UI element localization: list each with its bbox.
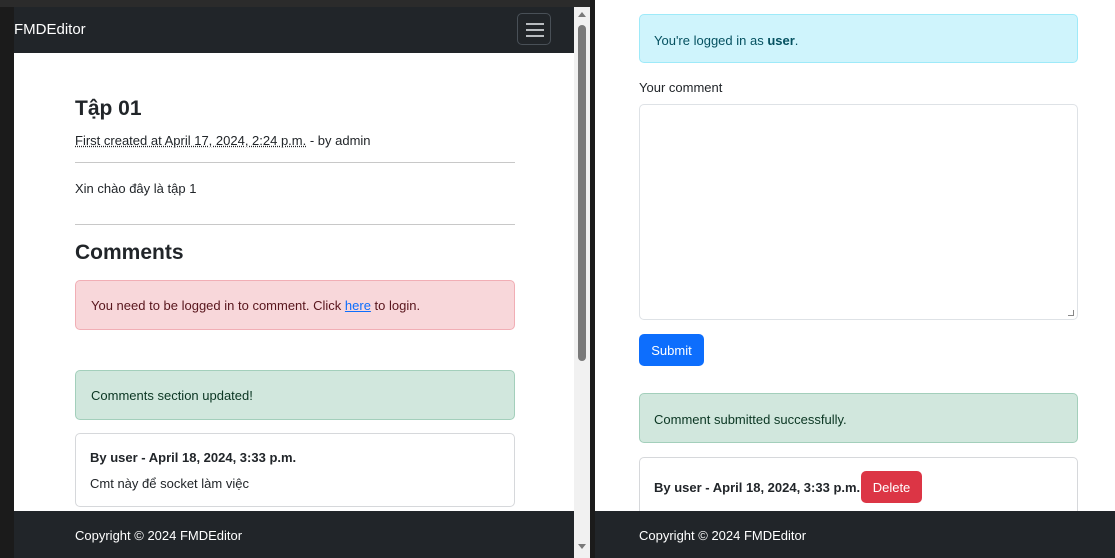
right-browser-pane: You're logged in as user. Your comment S… — [595, 0, 1115, 558]
left-page-viewport: FMDEditor Tập 01 First created at April … — [14, 7, 574, 558]
logged-in-text: You're logged in as user. — [654, 33, 798, 48]
login-required-alert: You need to be logged in to comment. Cli… — [75, 280, 515, 330]
post-body: Xin chào đây là tập 1 — [75, 181, 197, 196]
top-navbar: FMDEditor — [14, 7, 574, 53]
comment-text: Cmt này để socket làm việc — [90, 476, 249, 491]
logged-in-username: user — [767, 33, 795, 48]
login-link[interactable]: here — [345, 298, 371, 313]
window-top-strip — [0, 0, 590, 7]
left-browser-pane: FMDEditor Tập 01 First created at April … — [0, 0, 590, 558]
scrollbar-thumb[interactable] — [578, 25, 586, 361]
comments-heading: Comments — [75, 241, 184, 264]
post-meta: First created at April 17, 2024, 2:24 p.… — [75, 133, 371, 148]
login-alert-before: You need to be logged in to comment. Cli… — [91, 298, 345, 313]
logged-in-alert: You're logged in as user. — [639, 14, 1078, 63]
vertical-scrollbar[interactable] — [574, 7, 590, 558]
navbar-toggler-button[interactable] — [517, 13, 551, 45]
post-created-date: First created at April 17, 2024, 2:24 p.… — [75, 133, 307, 148]
comment-field-label: Your comment — [639, 80, 723, 95]
scroll-down-arrow-icon[interactable] — [578, 544, 586, 549]
page-footer: Copyright © 2024 FMDEditor — [14, 511, 574, 558]
post-author: - by admin — [306, 133, 371, 148]
logged-in-before: You're logged in as — [654, 33, 768, 48]
divider — [75, 162, 515, 163]
resize-grip-icon[interactable] — [1068, 310, 1074, 316]
comment-author: By user - April 18, 2024, 3:33 p.m. — [654, 480, 861, 495]
scroll-up-arrow-icon[interactable] — [578, 12, 586, 17]
divider — [75, 224, 515, 225]
login-alert-after: to login. — [370, 298, 421, 313]
hamburger-menu-icon-bar — [526, 35, 544, 37]
comment-author: By user - April 18, 2024, 3:33 p.m. — [90, 450, 297, 465]
login-alert-text: You need to be logged in to comment. Cli… — [91, 298, 420, 313]
post-title: Tập 01 — [75, 97, 142, 120]
hamburger-menu-icon — [526, 23, 544, 25]
footer-copyright: Copyright © 2024 FMDEditor — [75, 528, 243, 543]
comment-card: By user - April 18, 2024, 3:33 p.m. Cmt … — [75, 433, 515, 507]
comment-textarea[interactable] — [639, 104, 1078, 320]
delete-comment-button[interactable]: Delete — [861, 471, 922, 503]
navbar-brand[interactable]: FMDEditor — [14, 21, 86, 38]
comment-submitted-alert: Comment submitted successfully. — [639, 393, 1078, 443]
comments-updated-alert: Comments section updated! — [75, 370, 515, 420]
page-footer: Copyright © 2024 FMDEditor — [595, 511, 1115, 558]
submit-button[interactable]: Submit — [639, 334, 704, 366]
hamburger-menu-icon-bar — [526, 29, 544, 31]
logged-in-after: . — [794, 33, 799, 48]
comments-updated-text: Comments section updated! — [91, 388, 253, 403]
footer-copyright: Copyright © 2024 FMDEditor — [639, 528, 807, 543]
comment-submitted-text: Comment submitted successfully. — [654, 412, 847, 427]
